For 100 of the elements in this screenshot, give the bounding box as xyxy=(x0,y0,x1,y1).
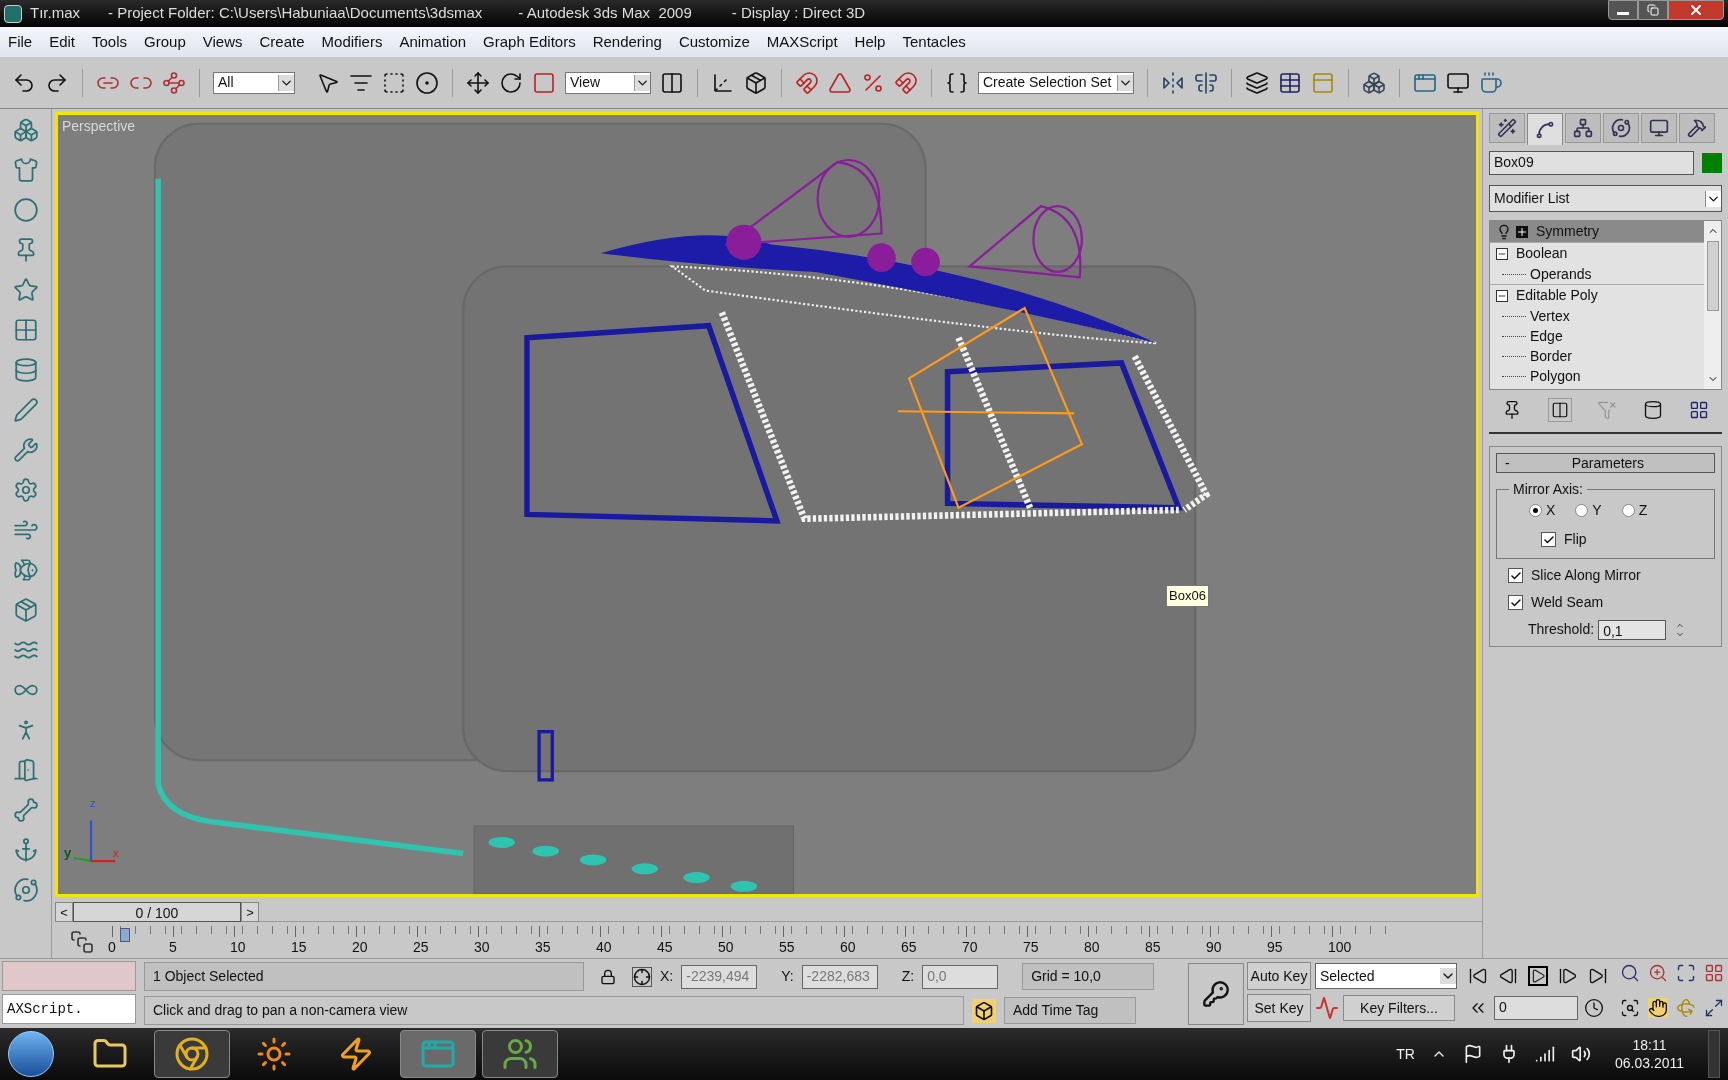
minimize-button[interactable] xyxy=(1608,0,1638,20)
magnet-icon[interactable] xyxy=(795,70,819,95)
menu-item[interactable]: Customize xyxy=(678,30,750,54)
key-filters-button[interactable]: Key Filters... xyxy=(1343,995,1455,1021)
checkbox[interactable] xyxy=(1508,595,1523,610)
play-icon[interactable] xyxy=(1528,966,1548,986)
maximize-viewport-icon[interactable] xyxy=(1704,997,1724,1018)
gear-icon[interactable] xyxy=(12,477,39,503)
set-key-button[interactable] xyxy=(1188,963,1244,1025)
menu-item[interactable]: MAXScript xyxy=(766,30,838,54)
align-icon[interactable] xyxy=(1194,70,1218,95)
mirror-icon[interactable] xyxy=(1161,70,1185,95)
volume-icon[interactable] xyxy=(1570,1044,1591,1064)
maxscript-listener-field[interactable] xyxy=(2,961,136,991)
display-tab[interactable] xyxy=(1641,113,1677,143)
previous-frame-icon[interactable] xyxy=(1498,966,1518,986)
scrollbar-thumb[interactable] xyxy=(1706,241,1719,311)
object-color-swatch[interactable] xyxy=(1702,153,1722,173)
auto-key-button[interactable]: Auto Key xyxy=(1247,962,1311,990)
utilities-tab[interactable] xyxy=(1679,113,1715,143)
box-icon[interactable] xyxy=(744,70,768,95)
sub-object-item[interactable]: Polygon xyxy=(1530,365,1581,387)
clock[interactable]: 18:11 06.03.2011 xyxy=(1606,1036,1692,1072)
menu-item[interactable]: Modifiers xyxy=(321,30,383,54)
threshold-field[interactable]: 0,1 xyxy=(1598,619,1667,640)
close-button[interactable] xyxy=(1668,0,1724,20)
radio-button[interactable] xyxy=(1529,504,1542,517)
dropdown[interactable]: Create Selection Set xyxy=(978,71,1134,94)
zoom-all-icon[interactable] xyxy=(1648,963,1668,983)
create-tab[interactable] xyxy=(1489,113,1525,143)
rotate-icon[interactable] xyxy=(499,70,523,95)
perspective-viewport[interactable]: Perspective z y x Box06 xyxy=(55,112,1479,897)
motion-tab[interactable] xyxy=(1603,113,1639,143)
rectangle-selection-icon[interactable] xyxy=(382,70,406,95)
curve-icon[interactable] xyxy=(1315,996,1339,1020)
language-indicator[interactable]: TR xyxy=(1396,1043,1415,1065)
crate-icon[interactable] xyxy=(12,597,39,623)
restore-button[interactable] xyxy=(1638,0,1668,20)
cubes-icon[interactable] xyxy=(12,117,39,143)
region-zoom-icon[interactable] xyxy=(1620,997,1640,1018)
move-icon[interactable] xyxy=(466,70,490,95)
signal-icon[interactable] xyxy=(1534,1044,1555,1064)
menu-item[interactable]: Animation xyxy=(399,30,467,54)
star-icon[interactable] xyxy=(12,277,39,303)
checkbox[interactable] xyxy=(1541,532,1556,547)
collapse-sign[interactable]: - xyxy=(1505,452,1510,474)
current-frame-marker[interactable] xyxy=(120,928,130,942)
menu-item[interactable]: File xyxy=(8,30,33,54)
stack-item[interactable]: Boolean xyxy=(1490,243,1704,264)
dropdown[interactable]: View xyxy=(565,71,651,94)
lightbulb-icon[interactable] xyxy=(1496,223,1512,240)
maxscript-mini-listener[interactable]: AXScript. xyxy=(2,994,136,1024)
pan-icon[interactable] xyxy=(1648,997,1668,1018)
stack-item[interactable]: Editable Poly xyxy=(1490,285,1704,306)
menu-item[interactable]: Edit xyxy=(49,30,76,54)
sub-object-item[interactable]: Vertex xyxy=(1530,305,1570,327)
stack-item[interactable]: Symmetry xyxy=(1490,221,1704,242)
modifier-list-dropdown[interactable]: Modifier List xyxy=(1489,185,1722,212)
layers-icon[interactable] xyxy=(1245,70,1269,95)
add-time-tag-button[interactable]: Add Time Tag xyxy=(1004,997,1136,1024)
time-slider-prev[interactable]: < xyxy=(55,902,73,922)
current-frame-field[interactable]: 0 xyxy=(1494,996,1578,1020)
table-icon[interactable] xyxy=(1278,70,1302,95)
radio-button[interactable] xyxy=(1575,504,1589,517)
menu-item[interactable]: Tools xyxy=(92,30,128,54)
menu-item[interactable]: Views xyxy=(202,30,243,54)
next-frame-icon[interactable] xyxy=(1558,966,1578,986)
hierarchy-tab[interactable] xyxy=(1565,113,1601,143)
shirt-icon[interactable] xyxy=(12,157,39,183)
expand-box-icon[interactable] xyxy=(1516,225,1528,238)
key-mode-dropdown[interactable]: Selected xyxy=(1315,963,1457,989)
menu-item[interactable]: Group xyxy=(144,30,186,54)
time-slider-thumb[interactable]: 0 / 100 xyxy=(73,902,241,922)
sub-object-item[interactable]: Edge xyxy=(1530,325,1563,347)
cube-icon[interactable] xyxy=(972,998,996,1023)
collapse-box-icon[interactable] xyxy=(1496,247,1508,260)
collapse-box-icon[interactable] xyxy=(1496,289,1508,302)
checkbox[interactable] xyxy=(1508,568,1523,583)
render-frame-icon[interactable] xyxy=(1446,70,1470,95)
go-to-start-icon[interactable] xyxy=(1468,966,1488,986)
marker-icon[interactable] xyxy=(12,397,39,423)
modify-tab[interactable] xyxy=(1527,113,1563,145)
object-name-field[interactable]: Box09 xyxy=(1489,151,1694,175)
dropdown[interactable]: All xyxy=(213,71,295,94)
taskbar-app[interactable] xyxy=(154,1030,230,1078)
sub-object-item[interactable]: Operands xyxy=(1530,263,1592,285)
menu-item[interactable]: Help xyxy=(854,30,886,54)
start-button[interactable] xyxy=(8,1031,54,1077)
zoom-icon[interactable] xyxy=(1620,963,1640,983)
braces-icon[interactable] xyxy=(945,70,969,95)
go-to-end-icon[interactable] xyxy=(1588,966,1608,986)
menu-item[interactable]: Graph Editors xyxy=(483,30,576,54)
rollout-header[interactable]: - Parameters xyxy=(1496,453,1715,473)
zoom-extents-icon[interactable] xyxy=(1676,963,1696,983)
set-key-text-button[interactable]: Set Key xyxy=(1247,994,1311,1022)
menu-item[interactable]: Rendering xyxy=(592,30,662,54)
menu-item[interactable]: Tentacles xyxy=(902,30,966,54)
time-slider-next[interactable]: > xyxy=(241,902,259,922)
menu-item[interactable]: Create xyxy=(259,30,305,54)
radio-button[interactable] xyxy=(1621,504,1635,517)
